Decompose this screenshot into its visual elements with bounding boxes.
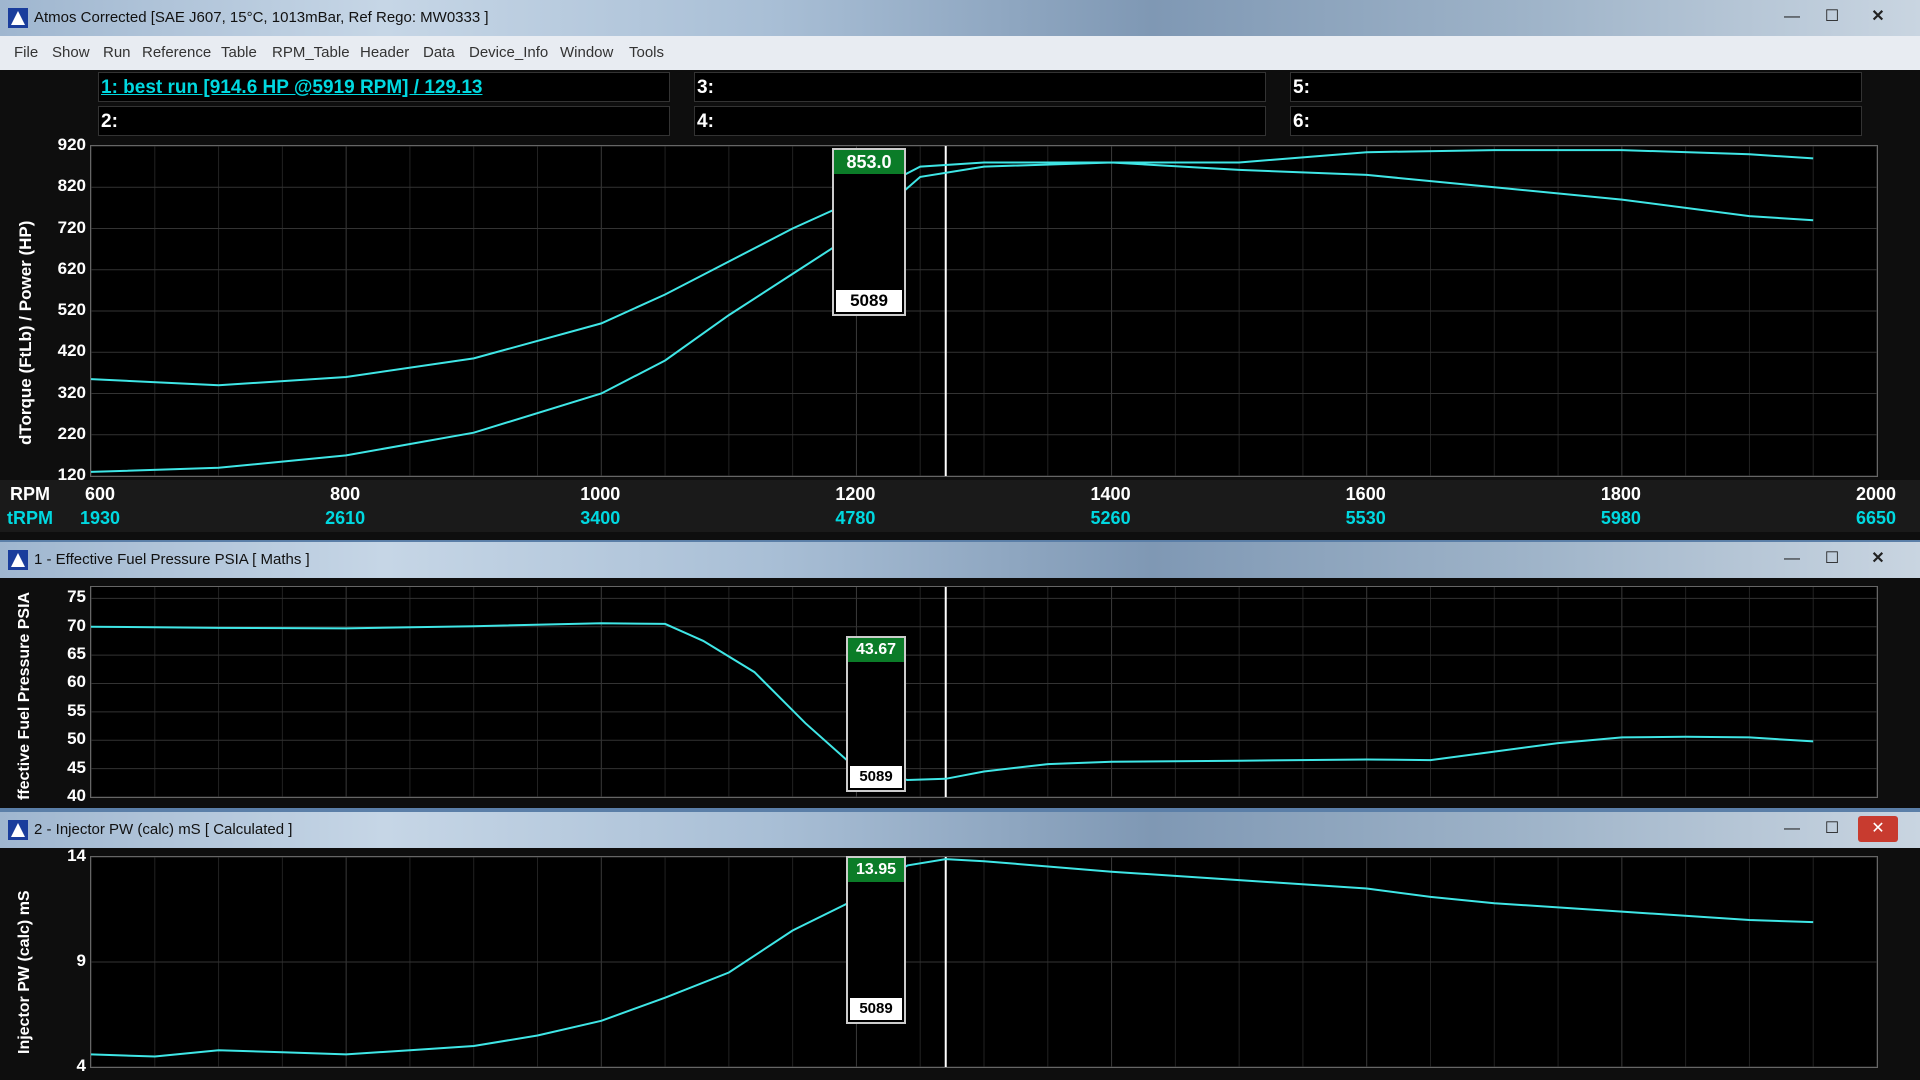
fuel-maximize-button[interactable]: ☐: [1812, 546, 1852, 572]
menu-table[interactable]: Table: [221, 44, 257, 61]
close-button[interactable]: ✕: [1858, 4, 1898, 30]
menu-tools[interactable]: Tools: [629, 44, 664, 61]
top-cursor-value: 853.0: [834, 150, 904, 174]
app-icon: [8, 820, 28, 840]
trpm-tick-label: 2610: [325, 508, 366, 528]
injector-chart-svg: [91, 857, 1877, 1067]
x-tick-label: 800: [330, 484, 361, 504]
fuel-chart-svg: [91, 587, 1877, 797]
y-tick-label: 70: [67, 615, 86, 635]
app-icon: [8, 8, 28, 28]
main-window: Atmos Corrected [SAE J607, 15°C, 1013mBa…: [0, 0, 1920, 540]
y-tick-label: 520: [57, 300, 86, 319]
run-slot-2[interactable]: 2:: [98, 106, 670, 136]
fuel-titlebar[interactable]: 1 - Effective Fuel Pressure PSIA [ Maths…: [0, 542, 1920, 578]
menu-file[interactable]: File: [14, 44, 38, 61]
y-tick-label: 4: [76, 1056, 86, 1075]
injector-cursor-readout: 13.95 5089: [846, 856, 906, 1024]
y-tick-label: 55: [67, 700, 86, 720]
app-icon: [8, 550, 28, 570]
menu-reference[interactable]: Reference: [142, 44, 211, 61]
menu-window[interactable]: Window: [560, 44, 613, 61]
injector-maximize-button[interactable]: ☐: [1812, 816, 1852, 842]
fuel-cursor-readout: 43.67 5089: [846, 636, 906, 792]
x-tick-label: 600: [84, 484, 116, 504]
top-cursor-readout: 853.0 5089: [832, 148, 906, 316]
run-slot-1[interactable]: 1: best run [914.6 HP @5919 RPM] / 129.1…: [98, 72, 670, 102]
fuel-chart-plot[interactable]: [90, 586, 1878, 798]
fuel-window-title: 1 - Effective Fuel Pressure PSIA [ Maths…: [34, 551, 310, 568]
fuel-pressure-window: 1 - Effective Fuel Pressure PSIA [ Maths…: [0, 542, 1920, 808]
y-tick-label: 65: [67, 644, 86, 664]
injector-minimize-button[interactable]: —: [1772, 816, 1812, 842]
y-tick-label: 620: [57, 258, 86, 278]
x-tick-label: 2000: [1855, 484, 1897, 504]
x-tick-label: 1000: [580, 484, 621, 504]
run-slot-4[interactable]: 4:: [694, 106, 1266, 136]
trpm-tick-label: 3400: [580, 508, 621, 528]
injector-window-title: 2 - Injector PW (calc) mS [ Calculated ]: [34, 821, 293, 838]
x-tick-label: 1400: [1090, 484, 1131, 504]
trpm-tick-label: 5530: [1345, 508, 1386, 528]
maximize-button[interactable]: ☐: [1812, 4, 1852, 30]
top-chart-ylabel: dTorque (FtLb) / Power (HP): [16, 220, 35, 445]
trpm-tick-label: 5980: [1600, 508, 1641, 528]
fuel-minimize-button[interactable]: —: [1772, 546, 1812, 572]
main-titlebar[interactable]: Atmos Corrected [SAE J607, 15°C, 1013mBa…: [0, 0, 1920, 36]
minimize-button[interactable]: —: [1772, 4, 1812, 30]
injector-window: 2 - Injector PW (calc) mS [ Calculated ]…: [0, 812, 1920, 1080]
trpm-tick-label: 4780: [835, 508, 876, 528]
y-tick-label: 60: [67, 672, 86, 692]
top-chart-plot[interactable]: [90, 145, 1878, 477]
trpm-axis-label: tRPM: [7, 508, 53, 528]
series-line-2: [91, 161, 1814, 473]
y-tick-label: 45: [67, 757, 86, 777]
menu-device-info[interactable]: Device_Info: [469, 44, 548, 61]
trpm-tick-label: 1930: [79, 508, 121, 528]
series-line-1: [91, 149, 1814, 387]
fuel-cursor-rpm: 5089: [850, 766, 902, 788]
y-tick-label: 220: [57, 423, 86, 443]
menu-show[interactable]: Show: [52, 44, 90, 61]
run-slot-6[interactable]: 6:: [1290, 106, 1862, 136]
y-tick-label: 420: [57, 341, 86, 361]
run-slot-3[interactable]: 3:: [694, 72, 1266, 102]
injector-close-button[interactable]: ✕: [1858, 816, 1898, 842]
fuel-close-button[interactable]: ✕: [1858, 546, 1898, 572]
x-axis-band: RPM tRPM 600 1930 800 2610 1000 3400 1200 4780 1…: [0, 480, 1920, 532]
series-line-1: [91, 858, 1814, 1058]
top-chart-svg: [91, 146, 1877, 476]
injector-cursor-rpm: 5089: [850, 998, 902, 1020]
x-axis-label: RPM: [10, 484, 50, 504]
trpm-tick-label: 5260: [1090, 508, 1131, 528]
main-window-title: Atmos Corrected [SAE J607, 15°C, 1013mBa…: [34, 9, 489, 26]
y-tick-label: 9: [76, 951, 86, 970]
menu-header[interactable]: Header: [360, 44, 409, 61]
menu-run[interactable]: Run: [103, 44, 131, 61]
y-tick-label: 320: [57, 382, 86, 402]
injector-cursor-value: 13.95: [848, 858, 904, 882]
y-tick-label: 40: [67, 786, 86, 805]
run-slot-5[interactable]: 5:: [1290, 72, 1862, 102]
y-tick-label: 14: [67, 846, 86, 865]
y-tick-label: 75: [67, 587, 86, 607]
y-tick-label: 820: [57, 176, 86, 196]
fuel-cursor-value: 43.67: [848, 638, 904, 662]
x-tick-label: 1600: [1345, 484, 1386, 504]
menu-data[interactable]: Data: [423, 44, 455, 61]
injector-chart-plot[interactable]: [90, 856, 1878, 1068]
trpm-tick-label: 6650: [1855, 508, 1897, 528]
y-tick-label: 720: [57, 217, 86, 237]
menu-bar: File Show Run Reference Table RPM_Table …: [0, 36, 1920, 70]
injector-chart-ylabel: Injector PW (calc) mS: [16, 890, 33, 1054]
menu-rpm-table[interactable]: RPM_Table: [272, 44, 350, 61]
y-tick-label: 50: [67, 729, 86, 749]
y-tick-label: 920: [57, 135, 86, 154]
x-tick-label: 1200: [835, 484, 876, 504]
series-line-1: [91, 622, 1814, 782]
injector-titlebar[interactable]: 2 - Injector PW (calc) mS [ Calculated ]…: [0, 812, 1920, 848]
top-cursor-rpm: 5089: [836, 290, 902, 312]
x-tick-label: 1800: [1600, 484, 1641, 504]
